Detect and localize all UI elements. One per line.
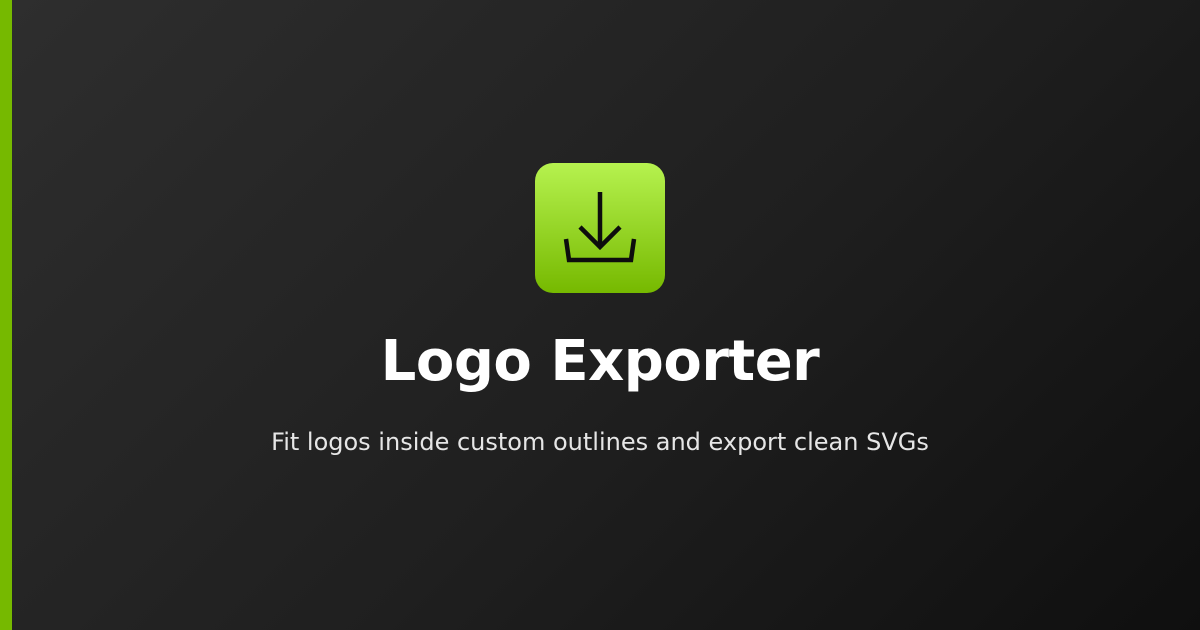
og-card: Logo Exporter Fit logos inside custom ou… [0,0,1200,630]
page-title: Logo Exporter [380,329,820,394]
app-icon [535,163,665,293]
page-subtitle: Fit logos inside custom outlines and exp… [271,428,929,456]
accent-bar [0,0,12,630]
download-icon [563,192,637,263]
